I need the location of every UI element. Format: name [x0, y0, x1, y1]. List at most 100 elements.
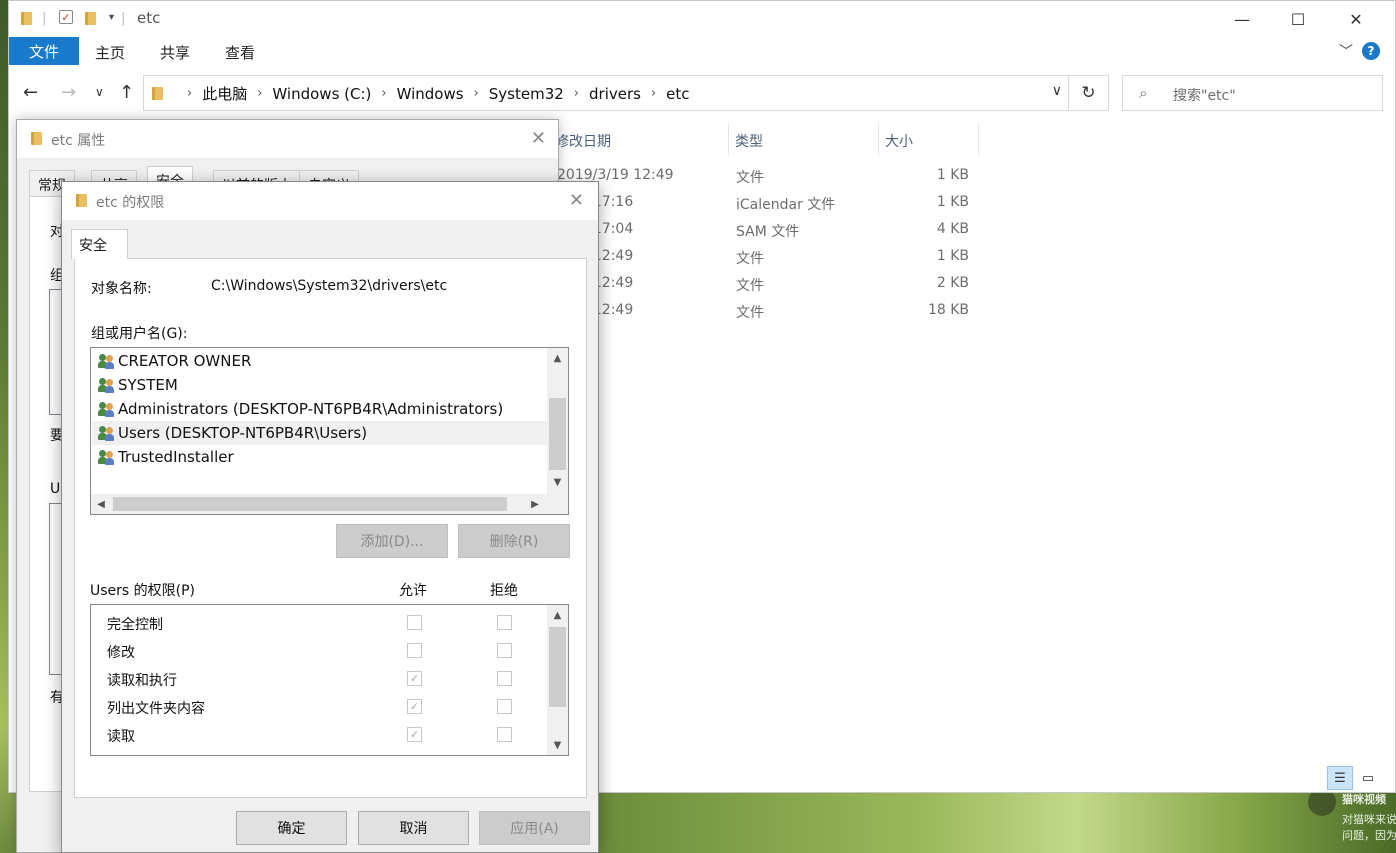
permission-name: 完全控制: [107, 617, 163, 633]
file-size: 1 KB: [936, 194, 969, 210]
scrollbar-thumb[interactable]: [113, 497, 507, 511]
scroll-down-icon[interactable]: ▼: [547, 472, 568, 492]
dialog-title-bar: etc 的权限 ✕: [62, 182, 598, 220]
tab-home[interactable]: 主页: [95, 42, 125, 63]
ok-button[interactable]: 确定: [236, 811, 347, 845]
breadcrumb-separator-icon[interactable]: ›: [651, 86, 656, 101]
new-folder-icon[interactable]: [85, 12, 96, 25]
search-icon: ⌕: [1139, 84, 1148, 102]
breadcrumb-separator-icon[interactable]: ›: [187, 86, 192, 101]
deny-checkbox[interactable]: [497, 727, 512, 742]
expand-ribbon-icon[interactable]: ﹀: [1339, 41, 1353, 61]
tab-view[interactable]: 查看: [225, 42, 255, 63]
details-view-icon[interactable]: ☰: [1327, 766, 1353, 790]
breadcrumb-item[interactable]: System32: [489, 85, 564, 103]
breadcrumb-separator-icon[interactable]: ›: [474, 86, 479, 101]
dialog-title: etc 属性: [51, 133, 106, 149]
permission-row: 修改: [91, 637, 547, 665]
group-user-listbox[interactable]: CREATOR OWNER SYSTEM Administrators (DESKT…: [90, 347, 569, 515]
vertical-scrollbar[interactable]: ▲ ▼: [547, 348, 568, 494]
scroll-left-icon[interactable]: ◀: [91, 494, 111, 514]
tab-file[interactable]: 文件: [9, 37, 79, 65]
file-type: SAM 文件: [736, 224, 800, 240]
scroll-down-icon[interactable]: ▼: [547, 735, 568, 755]
column-header-type[interactable]: 类型: [729, 123, 879, 155]
close-button[interactable]: ✕: [569, 190, 584, 211]
maximize-button[interactable]: ☐: [1275, 1, 1321, 37]
large-icons-view-icon[interactable]: ▭: [1355, 766, 1381, 790]
deny-checkbox[interactable]: [497, 615, 512, 630]
recent-locations-button[interactable]: ∨: [95, 85, 104, 99]
column-header-date[interactable]: 修改日期: [549, 123, 729, 155]
file-row[interactable]: 11/7 17:04SAM 文件4 KB: [549, 217, 989, 244]
add-button[interactable]: 添加(D)...: [336, 524, 448, 558]
up-button[interactable]: ↑: [119, 82, 134, 103]
breadcrumb-item[interactable]: 此电脑: [202, 83, 247, 104]
deny-checkbox[interactable]: [497, 699, 512, 714]
permissions-listbox[interactable]: 完全控制 修改 读取和执行 ✓ 列出文件夹内容 ✓ 读取 ✓ ▲ ▼: [90, 604, 569, 756]
scrollbar-thumb[interactable]: [549, 627, 566, 707]
breadcrumb-separator-icon[interactable]: ›: [381, 86, 386, 101]
file-row[interactable]: 2019/3/19 12:49 文件 1 KB: [549, 163, 989, 190]
allow-checkbox[interactable]: ✓: [407, 671, 422, 686]
deny-checkbox[interactable]: [497, 643, 512, 658]
apply-button[interactable]: 应用(A): [479, 811, 590, 845]
breadcrumb-item[interactable]: Windows: [397, 85, 464, 103]
horizontal-scrollbar[interactable]: ◀ ▶: [91, 494, 568, 514]
breadcrumb-separator-icon[interactable]: ›: [257, 86, 262, 101]
allow-checkbox[interactable]: ✓: [407, 699, 422, 714]
user-list-item[interactable]: SYSTEM: [92, 373, 548, 397]
file-row[interactable]: 3/19 12:49文件18 KB: [549, 298, 989, 325]
desktop-watermark: 猫咪视频 对猫咪来说 问题，因为: [1308, 786, 1396, 853]
search-box[interactable]: ⌕ 搜索"etc": [1122, 75, 1383, 111]
desktop-wallpaper: [598, 793, 1396, 853]
user-name: Users (DESKTOP-NT6PB4R\Users): [118, 424, 368, 442]
user-group-icon: [98, 426, 114, 441]
tab-share[interactable]: 共享: [160, 42, 190, 63]
breadcrumb-item[interactable]: etc: [666, 85, 689, 103]
folder-icon: [76, 194, 87, 207]
address-dropdown-icon[interactable]: ∨: [1052, 83, 1062, 99]
user-list-item[interactable]: Users (DESKTOP-NT6PB4R\Users): [92, 421, 548, 445]
user-list-item[interactable]: TrustedInstaller: [92, 445, 548, 469]
vertical-scrollbar[interactable]: ▲ ▼: [547, 605, 568, 755]
tab-security[interactable]: 安全: [71, 229, 128, 259]
customize-quick-access-icon[interactable]: ▾: [109, 12, 114, 23]
breadcrumb-item[interactable]: drivers: [589, 85, 641, 103]
help-icon[interactable]: ?: [1362, 42, 1380, 60]
file-type: 文件: [736, 278, 764, 294]
close-button[interactable]: ✕: [1333, 1, 1379, 37]
scroll-right-icon[interactable]: ▶: [525, 494, 545, 514]
scroll-up-icon[interactable]: ▲: [547, 348, 568, 368]
separator: |: [121, 11, 126, 26]
permission-row: 完全控制: [91, 609, 547, 637]
address-bar[interactable]: › 此电脑 › Windows (C:) › Windows › System32 › drive…: [143, 75, 1069, 111]
scrollbar-thumb[interactable]: [549, 398, 566, 470]
allow-checkbox[interactable]: [407, 615, 422, 630]
user-list-item[interactable]: CREATOR OWNER: [92, 349, 548, 373]
column-header-size[interactable]: 大小: [879, 123, 979, 155]
remove-button[interactable]: 删除(R): [458, 524, 570, 558]
allow-checkbox[interactable]: ✓: [407, 727, 422, 742]
forward-button[interactable]: →: [61, 82, 76, 103]
scroll-up-icon[interactable]: ▲: [547, 605, 568, 625]
window-title: etc: [137, 9, 161, 27]
file-row[interactable]: 3/19 12:49文件1 KB: [549, 244, 989, 271]
user-list-item[interactable]: Administrators (DESKTOP-NT6PB4R\Administ…: [92, 397, 548, 421]
minimize-button[interactable]: —: [1219, 1, 1265, 37]
breadcrumb-separator-icon[interactable]: ›: [574, 86, 579, 101]
folder-icon: [152, 87, 163, 100]
permission-name: 列出文件夹内容: [107, 701, 205, 717]
close-button[interactable]: ✕: [531, 128, 546, 149]
cancel-button[interactable]: 取消: [358, 811, 469, 845]
deny-checkbox[interactable]: [497, 671, 512, 686]
breadcrumb-item[interactable]: Windows (C:): [272, 85, 371, 103]
allow-checkbox[interactable]: [407, 643, 422, 658]
file-row[interactable]: 2/18 17:16iCalendar 文件1 KB: [549, 190, 989, 217]
file-row[interactable]: 3/19 12:49文件2 KB: [549, 271, 989, 298]
back-button[interactable]: ←: [23, 82, 38, 103]
title-bar: | ✓ ▾ | etc — ☐ ✕: [9, 1, 1395, 37]
refresh-button[interactable]: ↻: [1069, 75, 1109, 111]
properties-check-icon[interactable]: ✓: [59, 10, 73, 24]
ribbon-tabs: 文件 主页 共享 查看 ﹀: [9, 37, 1395, 67]
